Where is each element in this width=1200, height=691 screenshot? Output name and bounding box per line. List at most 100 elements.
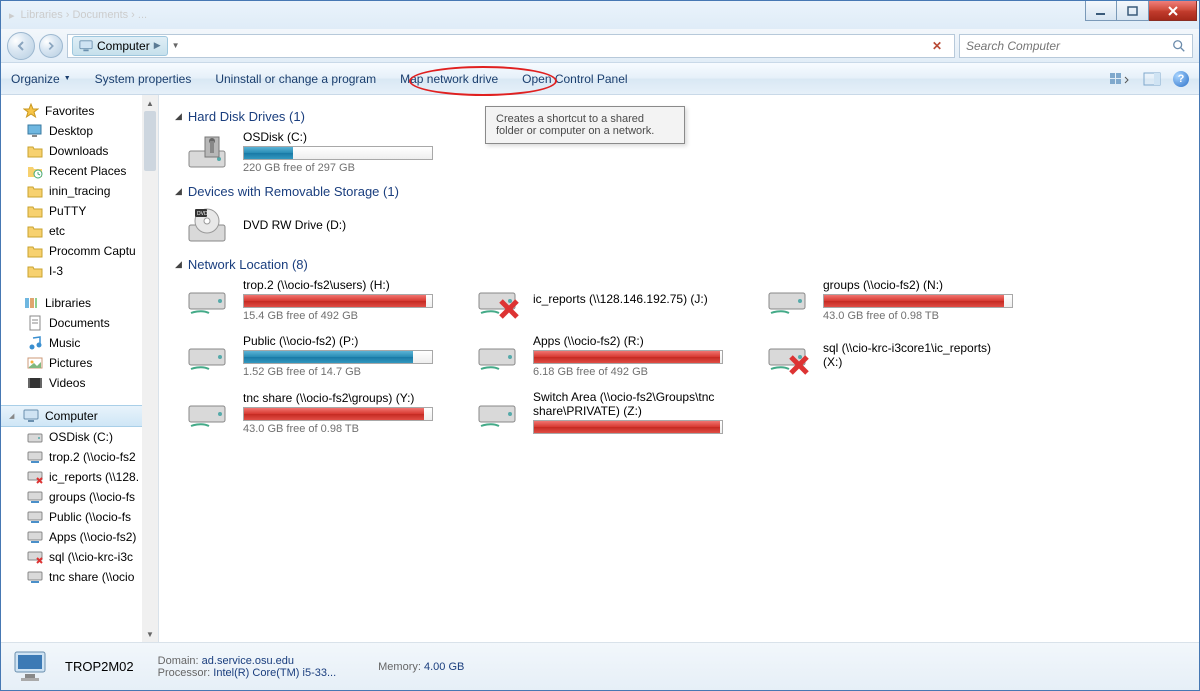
sidebar-libraries-header[interactable]: Libraries [1,293,142,313]
uninstall-button[interactable]: Uninstall or change a program [215,72,376,86]
sidebar-favorites-header[interactable]: Favorites [1,101,142,121]
crumb-label: Computer [97,39,150,53]
crumb-computer[interactable]: Computer ▶ [72,36,168,56]
folder-icon [27,183,43,199]
folder-icon [27,243,43,259]
breadcrumb-clear-icon[interactable]: ✕ [928,37,946,55]
sidebar-item-label: trop.2 (\\ocio-fs2 [49,450,136,464]
drive-item[interactable]: DVD DVD RW Drive (D:) [185,205,435,247]
sidebar-favorite-item[interactable]: Downloads [1,141,142,161]
network-drive-icon [475,392,523,434]
folder-icon [27,143,43,159]
network-drive-item[interactable]: Apps (\\ocio-fs2) (R:)6.18 GB free of 49… [475,334,725,378]
network-drive-icon [185,335,233,377]
network-drive-item[interactable]: trop.2 (\\ocio-fs2\users) (H:)15.4 GB fr… [185,278,435,322]
sidebar-item-label: Recent Places [49,164,126,178]
drive-label: Switch Area (\\ocio-fs2\Groups\tnc share… [533,390,723,418]
sidebar-library-item[interactable]: Pictures [1,353,142,373]
drive-item[interactable]: OSDisk (C:) 220 GB free of 297 GB [185,130,435,174]
computer-name: TROP2M02 [65,659,134,674]
sidebar-favorite-item[interactable]: Desktop [1,121,142,141]
drive-label: sql (\\cio-krc-i3core1\ic_reports) (X:) [823,341,1013,369]
netbad-icon [27,469,43,485]
nav-pane: Favorites DesktopDownloads Recent Places i… [1,95,159,642]
section-removable-header[interactable]: ◢ Devices with Removable Storage (1) [175,184,1183,199]
help-button[interactable]: ? [1173,71,1189,87]
sidebar-computer-item[interactable]: trop.2 (\\ocio-fs2 [1,447,142,467]
capacity-bar [243,407,433,421]
sidebar-favorite-item[interactable]: etc [1,221,142,241]
search-box[interactable] [959,34,1193,58]
sidebar-computer-header[interactable]: ◢ Computer [1,405,142,427]
breadcrumb[interactable]: Computer ▶ ▼ ✕ [67,34,955,58]
minimize-button[interactable] [1085,1,1117,21]
netbad-icon [27,549,43,565]
sidebar-favorite-item[interactable]: Recent Places [1,161,142,181]
network-drive-item[interactable]: Switch Area (\\ocio-fs2\Groups\tnc share… [475,390,725,436]
sidebar-scrollbar[interactable]: ▲ ▼ [142,95,158,642]
netdrive-icon [27,489,43,505]
folder-icon [27,223,43,239]
sidebar-item-label: inin_tracing [49,184,110,198]
memory-label: Memory: [378,661,421,673]
capacity-bar [533,420,723,434]
network-drive-item[interactable]: tnc share (\\ocio-fs2\groups) (Y:)43.0 G… [185,390,435,436]
preview-pane-button[interactable] [1141,70,1163,88]
network-drive-item[interactable]: groups (\\ocio-fs2) (N:)43.0 GB free of … [765,278,1015,322]
sidebar-item-label: etc [49,224,65,238]
network-drive-item[interactable]: Public (\\ocio-fs2) (P:)1.52 GB free of … [185,334,435,378]
control-panel-button[interactable]: Open Control Panel [522,72,627,86]
search-icon [1172,39,1186,53]
scroll-down-icon[interactable]: ▼ [142,626,158,642]
sidebar-item-label: sql (\\cio-krc-i3c [49,550,133,564]
close-button[interactable] [1149,1,1197,21]
sidebar-computer-item[interactable]: Apps (\\ocio-fs2) [1,527,142,547]
sidebar-computer-item[interactable]: Public (\\ocio-fs [1,507,142,527]
libraries-icon [23,295,39,311]
drive-free-text: 43.0 GB free of 0.98 TB [243,423,435,435]
scroll-up-icon[interactable]: ▲ [142,95,158,111]
sidebar-library-item[interactable]: Videos [1,373,142,393]
sidebar-favorite-item[interactable]: inin_tracing [1,181,142,201]
tooltip: Creates a shortcut to a shared folder or… [485,106,685,144]
network-drive-icon [765,279,813,321]
sidebar-computer-item[interactable]: OSDisk (C:) [1,427,142,447]
sidebar-favorite-item[interactable]: I-3 [1,261,142,281]
domain-value: ad.service.osu.edu [202,655,294,667]
map-network-drive-button[interactable]: Map network drive [400,72,498,86]
sidebar-computer-item[interactable]: groups (\\ocio-fs [1,487,142,507]
sidebar-item-label: ic_reports (\\128. [49,470,138,484]
sidebar-computer-item[interactable]: ic_reports (\\128. [1,467,142,487]
recent-icon [27,163,43,179]
processor-label: Processor: [158,667,211,679]
scroll-thumb[interactable] [144,111,156,171]
sidebar-computer-item[interactable]: tnc share (\\ocio [1,567,142,587]
content-pane: ◢ Hard Disk Drives (1) OSDisk (C:) 220 G… [159,95,1199,642]
sidebar-favorite-item[interactable]: PuTTY [1,201,142,221]
sidebar-item-label: Public (\\ocio-fs [49,510,131,524]
drive-free-text: 1.52 GB free of 14.7 GB [243,366,435,378]
sidebar-library-item[interactable]: Music [1,333,142,353]
breadcrumb-drop-icon[interactable]: ▼ [172,41,180,50]
sidebar-item-label: Documents [49,316,110,330]
maximize-button[interactable] [1117,1,1149,21]
network-drive-icon [475,335,523,377]
sidebar-library-item[interactable]: Documents [1,313,142,333]
svg-text:DVD: DVD [197,211,208,217]
back-button[interactable] [7,32,35,60]
capacity-bar [243,350,433,364]
sidebar-favorite-item[interactable]: Procomm Captu [1,241,142,261]
system-properties-button[interactable]: System properties [95,72,192,86]
sidebar-computer-item[interactable]: sql (\\cio-krc-i3c [1,547,142,567]
search-input[interactable] [966,39,1166,53]
network-drive-item[interactable]: ic_reports (\\128.146.192.75) (J:) [475,278,725,322]
netdrive-icon [27,529,43,545]
view-options-button[interactable] [1109,70,1131,88]
organize-menu[interactable]: Organize ▼ [11,72,71,86]
hdd-icon [27,429,43,445]
forward-button[interactable] [39,34,63,58]
network-drive-item[interactable]: sql (\\cio-krc-i3core1\ic_reports) (X:) [765,334,1015,378]
folder-icon [27,263,43,279]
video-icon [27,375,43,391]
section-network-header[interactable]: ◢ Network Location (8) [175,257,1183,272]
